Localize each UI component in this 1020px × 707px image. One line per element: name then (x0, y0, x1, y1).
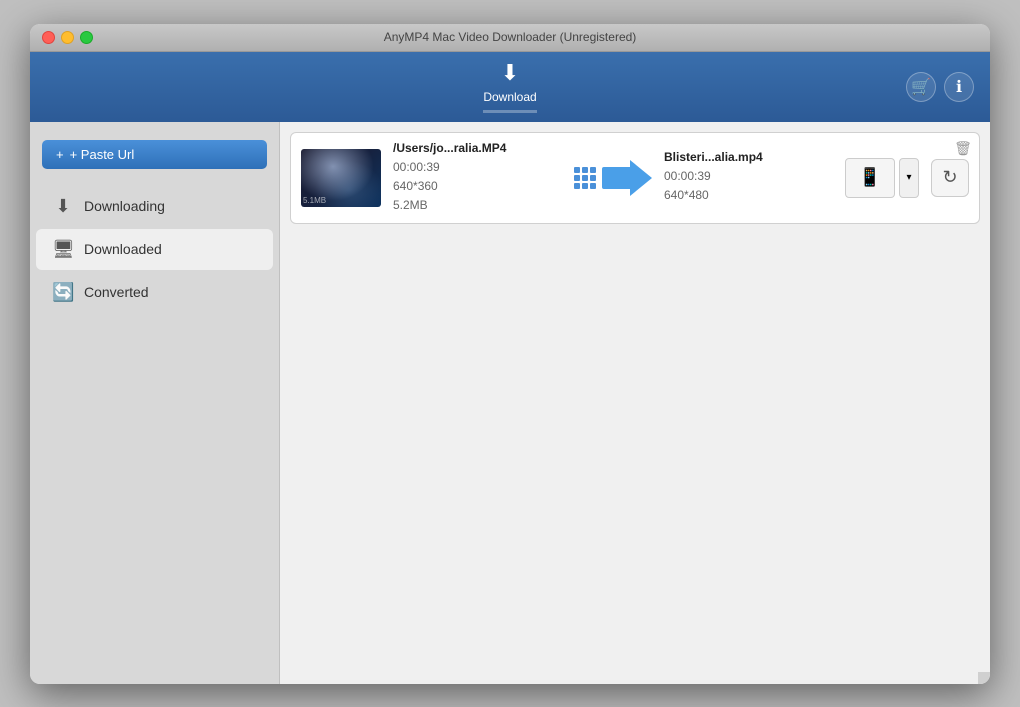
source-meta: 00:00:39 640*360 5.2MB (393, 158, 562, 216)
device-icon: 📱 (859, 167, 881, 188)
output-filename: Blisteri...alia.mp4 (664, 150, 833, 164)
source-resolution: 640*360 (393, 179, 438, 193)
source-filename: /Users/jo...ralia.MP4 (393, 141, 562, 155)
app-window: AnyMP4 Mac Video Downloader (Unregistere… (30, 24, 990, 684)
table-row: 5.1MB /Users/jo...ralia.MP4 00:00:39 640… (290, 132, 980, 225)
device-button[interactable]: 📱 (845, 158, 895, 198)
toolbar-right-icons: 🛒 ℹ (906, 72, 974, 102)
traffic-lights (42, 31, 93, 44)
chevron-down-icon: ▾ (906, 172, 911, 183)
downloaded-icon: 🖥 (52, 239, 74, 260)
output-resolution: 640*480 (664, 188, 709, 202)
device-selector: 📱 ▾ (845, 158, 919, 198)
title-bar: AnyMP4 Mac Video Downloader (Unregistere… (30, 24, 990, 52)
cart-icon: 🛒 (911, 77, 931, 97)
converted-label: Converted (84, 284, 149, 300)
source-file-info: /Users/jo...ralia.MP4 00:00:39 640*360 5… (393, 141, 562, 216)
downloaded-label: Downloaded (84, 241, 162, 257)
convert-arrow (574, 160, 652, 196)
download-label: Download (483, 90, 536, 104)
close-button[interactable] (42, 31, 55, 44)
sidebar-item-downloaded[interactable]: 🖥 Downloaded (36, 229, 273, 270)
refresh-button[interactable]: ↻ (931, 159, 969, 197)
source-duration: 00:00:39 (393, 160, 440, 174)
converted-icon: 🔄 (52, 282, 74, 303)
output-file-info: Blisteri...alia.mp4 00:00:39 640*480 (664, 150, 833, 205)
download-tab[interactable]: ⬇ Download (483, 60, 536, 113)
arrow-line (602, 167, 630, 189)
info-icon: ℹ (956, 77, 962, 97)
grid-dots (574, 167, 596, 189)
paste-url-button[interactable]: + + Paste Url (42, 140, 267, 169)
video-thumbnail: 5.1MB (301, 149, 381, 207)
maximize-button[interactable] (80, 31, 93, 44)
sidebar-item-downloading[interactable]: ⬇ Downloading (36, 186, 273, 227)
sidebar-item-converted[interactable]: 🔄 Converted (36, 272, 273, 313)
delete-button[interactable]: 🗑 (953, 139, 973, 159)
paste-url-label: + Paste Url (70, 147, 135, 162)
source-size: 5.2MB (393, 198, 428, 212)
toolbar: ⬇ Download 🛒 ℹ (30, 52, 990, 122)
window-title: AnyMP4 Mac Video Downloader (Unregistere… (384, 30, 637, 44)
refresh-icon: ↻ (942, 167, 957, 188)
paste-url-icon: + (56, 147, 64, 162)
output-meta: 00:00:39 640*480 (664, 167, 833, 205)
arrow-body (602, 160, 652, 196)
trash-icon: 🗑 (954, 140, 972, 157)
dropdown-button[interactable]: ▾ (899, 158, 919, 198)
info-button[interactable]: ℹ (944, 72, 974, 102)
thumbnail-size-label: 5.1MB (303, 196, 326, 205)
minimize-button[interactable] (61, 31, 74, 44)
cart-button[interactable]: 🛒 (906, 72, 936, 102)
output-duration: 00:00:39 (664, 169, 711, 183)
downloading-label: Downloading (84, 198, 165, 214)
main-content: 5.1MB /Users/jo...ralia.MP4 00:00:39 640… (280, 122, 990, 684)
resize-handle (978, 672, 990, 684)
arrow-head (630, 160, 652, 196)
content-area: + + Paste Url ⬇ Downloading 🖥 Downloaded… (30, 122, 990, 684)
downloading-icon: ⬇ (52, 196, 74, 217)
sidebar: + + Paste Url ⬇ Downloading 🖥 Downloaded… (30, 122, 280, 684)
download-icon: ⬇ (501, 60, 519, 86)
